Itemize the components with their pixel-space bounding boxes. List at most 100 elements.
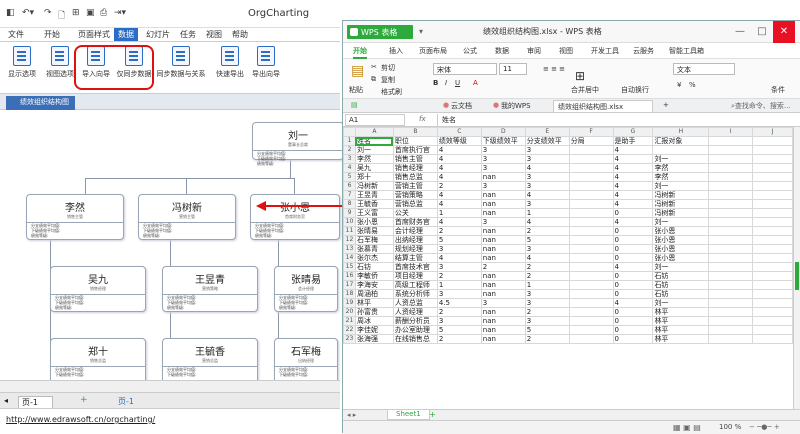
cell[interactable]: 刘一: [652, 154, 710, 164]
cell[interactable]: [708, 280, 754, 290]
cell[interactable]: 0: [612, 334, 654, 344]
cell[interactable]: nan: [480, 307, 526, 317]
row-number[interactable]: 11: [343, 226, 356, 236]
row-number[interactable]: 7: [343, 190, 356, 200]
cell[interactable]: [568, 208, 614, 218]
org-node[interactable]: 李然 销售主管 分支绩效平均值: 下级绩效平均值: 绩效等级:: [26, 194, 124, 240]
cell[interactable]: 张晴易: [354, 226, 394, 236]
wps-app-button[interactable]: WPS 表格: [347, 25, 413, 39]
cell[interactable]: 0: [612, 208, 654, 218]
cell[interactable]: 王昱青: [354, 190, 394, 200]
column-header[interactable]: F: [568, 127, 614, 137]
menu-smart-tools[interactable]: 智能工具箱: [669, 46, 704, 56]
new-tab-button[interactable]: +: [659, 100, 673, 112]
cell[interactable]: [568, 325, 614, 335]
cell[interactable]: 下级绩效平: [480, 136, 526, 146]
sheet-tab[interactable]: Sheet1: [387, 410, 430, 420]
cell[interactable]: [752, 334, 793, 344]
cell[interactable]: 张小恩: [354, 217, 394, 227]
cell[interactable]: 办公室助理: [392, 325, 438, 335]
cell[interactable]: 姓名: [354, 136, 394, 146]
cell[interactable]: 0: [612, 316, 654, 326]
cell[interactable]: 营销总监: [392, 199, 438, 209]
cell[interactable]: 4: [612, 172, 654, 182]
cell[interactable]: 0: [612, 253, 654, 263]
cell[interactable]: [708, 307, 754, 317]
menu-slides[interactable]: 幻灯片: [142, 29, 174, 40]
cell[interactable]: [752, 136, 793, 146]
cell[interactable]: 0: [612, 280, 654, 290]
cell[interactable]: 3: [436, 316, 482, 326]
cell[interactable]: 汇报对象: [652, 136, 710, 146]
cell[interactable]: 5: [436, 235, 482, 245]
org-node[interactable]: 王昱青 营销策略 分支绩效平均值: 下级绩效平均值: 绩效等级:: [162, 266, 258, 312]
cell[interactable]: 5: [436, 325, 482, 335]
formula-input[interactable]: 姓名: [437, 114, 797, 126]
font-name-select[interactable]: 宋体: [433, 63, 497, 75]
cell[interactable]: [568, 163, 614, 173]
number-format-select[interactable]: 文本: [673, 63, 735, 75]
wrap-text-button[interactable]: 自动换行: [621, 85, 649, 95]
italic-button[interactable]: I: [445, 79, 447, 87]
cell[interactable]: 李然: [652, 163, 710, 173]
bold-button[interactable]: B: [433, 79, 438, 87]
cell[interactable]: [752, 271, 793, 281]
cell[interactable]: 李佳妮: [354, 325, 394, 335]
add-page-button[interactable]: +: [80, 395, 88, 405]
cell[interactable]: 李海安: [354, 280, 394, 290]
row-number[interactable]: 15: [343, 262, 356, 272]
redo-icon[interactable]: ↷: [44, 8, 52, 18]
cell[interactable]: [568, 307, 614, 317]
cell[interactable]: 3: [436, 244, 482, 254]
cell[interactable]: [568, 316, 614, 326]
minimize-button[interactable]: —: [729, 21, 751, 43]
cell[interactable]: [568, 289, 614, 299]
cell[interactable]: [708, 136, 754, 146]
currency-icon[interactable]: ¥: [677, 81, 681, 89]
cell[interactable]: [568, 262, 614, 272]
cell[interactable]: 4: [612, 163, 654, 173]
row-number[interactable]: 2: [343, 145, 356, 155]
cell[interactable]: 林平: [652, 307, 710, 317]
org-node[interactable]: 冯树新 营销主管 分支绩效平均值: 下级绩效平均值: 绩效等级:: [138, 194, 236, 240]
cell[interactable]: 3: [524, 316, 570, 326]
cell[interactable]: 张小恩: [652, 226, 710, 236]
cell[interactable]: 4: [612, 154, 654, 164]
cell[interactable]: 4: [436, 145, 482, 155]
cell[interactable]: 刘一: [354, 145, 394, 155]
row-number[interactable]: 6: [343, 181, 356, 191]
org-node[interactable]: 石军梅 出纳经理 分支绩效平均值: 下级绩效平均值:: [274, 338, 338, 384]
cell[interactable]: 4: [436, 190, 482, 200]
menu-developer[interactable]: 开发工具: [591, 46, 619, 56]
cell[interactable]: 2: [524, 226, 570, 236]
cell[interactable]: 2: [524, 271, 570, 281]
cell[interactable]: 3: [524, 172, 570, 182]
view-options-button[interactable]: 视图选项: [42, 46, 78, 79]
cell[interactable]: 首席执行官: [392, 145, 438, 155]
cell[interactable]: 张小恩: [652, 235, 710, 245]
chart-canvas[interactable]: 刘一 董事长总裁 分支绩效平均值: 下级绩效平均值: 绩效等级: 李然 销售主管…: [0, 110, 344, 384]
cell[interactable]: nan: [480, 334, 526, 344]
cell[interactable]: 李然: [354, 154, 394, 164]
display-options-button[interactable]: 显示选项: [4, 46, 40, 79]
column-header[interactable]: H: [652, 127, 710, 137]
cell[interactable]: [708, 298, 754, 308]
open-file-icon[interactable]: ⊞: [72, 8, 80, 18]
cell[interactable]: 项目经理: [392, 271, 438, 281]
menu-page-style[interactable]: 页面样式: [74, 29, 114, 40]
cell[interactable]: 营销主管: [392, 181, 438, 191]
font-size-select[interactable]: 11: [499, 63, 527, 75]
cell[interactable]: [568, 190, 614, 200]
cell[interactable]: [568, 280, 614, 290]
close-button[interactable]: ✕: [773, 21, 795, 43]
org-node-root[interactable]: 刘一 董事长总裁 分支绩效平均值: 下级绩效平均值: 绩效等级:: [252, 122, 344, 166]
row-number[interactable]: 8: [343, 199, 356, 209]
org-node[interactable]: 郑十 销售总监 分支绩效平均值: 下级绩效平均值:: [50, 338, 146, 384]
cell[interactable]: 冯树新: [652, 208, 710, 218]
cell[interactable]: nan: [480, 208, 526, 218]
cell[interactable]: 分支绩效平: [524, 136, 570, 146]
cell[interactable]: [568, 199, 614, 209]
cell[interactable]: 张海强: [354, 334, 394, 344]
cell[interactable]: 1: [524, 208, 570, 218]
cell[interactable]: [652, 145, 710, 155]
